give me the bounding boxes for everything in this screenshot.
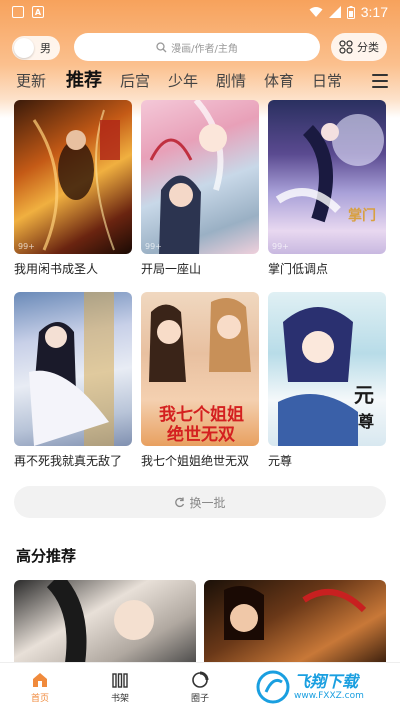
comic-title: 我七个姐姐绝世无双: [141, 454, 250, 468]
comic-cover: [14, 292, 132, 446]
tab-drama[interactable]: 剧情: [216, 66, 246, 96]
top-header: 男 漫画/作者/主角 分类: [0, 32, 400, 62]
nav-home[interactable]: 首页: [0, 663, 80, 712]
tab-harem[interactable]: 后宫: [120, 66, 150, 96]
comic-title: 元尊: [268, 454, 293, 468]
tab-sports[interactable]: 体育: [264, 66, 294, 96]
comic-card[interactable]: 掌门 99+ 掌门低调点: [268, 100, 386, 277]
status-bar: A 3:17: [0, 0, 400, 24]
app-notification-icon: A: [32, 6, 44, 18]
refresh-icon: [175, 497, 185, 507]
bookshelf-icon: [112, 673, 128, 688]
comic-title: 再不死我就真无敌了: [14, 454, 123, 468]
gallery-icon: [12, 6, 24, 18]
tab-youth[interactable]: 少年: [168, 66, 198, 96]
search-placeholder: 漫画/作者/主角: [171, 43, 238, 55]
comic-card[interactable]: 我七个姐姐 绝世无双 我七个姐姐绝世无双: [141, 292, 259, 469]
svg-text:尊: 尊: [358, 412, 374, 431]
svg-text:掌门: 掌门: [348, 207, 376, 224]
toggle-knob: [14, 38, 34, 58]
gender-label: 男: [40, 42, 51, 55]
category-icon: [339, 40, 353, 54]
comic-card[interactable]: 99+ 开局一座山: [141, 100, 259, 277]
wifi-icon: [309, 7, 323, 17]
comic-title: 我用闲书成圣人: [14, 262, 99, 276]
comic-title: 掌门低调点: [268, 262, 329, 276]
svg-text:元: 元: [354, 383, 374, 407]
category-button[interactable]: 分类: [331, 33, 387, 61]
comic-card[interactable]: 99+ 我用闲书成圣人: [14, 100, 132, 277]
recommend-cover[interactable]: [14, 580, 196, 670]
comic-cover: 元 尊: [268, 292, 386, 446]
comic-cover: 掌门 99+: [268, 100, 386, 254]
battery-icon: [346, 5, 355, 19]
recommend-cover[interactable]: [204, 580, 386, 670]
comic-cover: 我七个姐姐 绝世无双: [141, 292, 259, 446]
comic-card[interactable]: 元 尊 元尊: [268, 292, 386, 469]
tabs-menu-icon[interactable]: [372, 74, 388, 88]
comic-cover: 99+: [14, 100, 132, 254]
nav-bookshelf[interactable]: 书架: [80, 663, 160, 712]
nav-circle[interactable]: 圈子: [160, 663, 240, 712]
comic-cover: 99+: [141, 100, 259, 254]
comic-card[interactable]: 再不死我就真无敌了: [14, 292, 132, 469]
tab-update[interactable]: 更新: [16, 66, 46, 96]
category-label: 分类: [357, 41, 379, 54]
watermark: 飞翔下载 www.FXXZ.com: [256, 664, 396, 710]
refresh-label: 换一批: [189, 495, 226, 510]
home-icon: [33, 673, 47, 687]
clock: 3:17: [360, 4, 388, 20]
category-tabs: 更新 推荐 后宫 少年 剧情 体育 日常: [0, 66, 400, 96]
tab-recommend[interactable]: 推荐: [66, 66, 102, 96]
watermark-logo-icon: [256, 670, 290, 704]
search-icon: [156, 41, 167, 52]
tab-daily[interactable]: 日常: [312, 66, 342, 96]
signal-icon: [328, 6, 341, 18]
refresh-batch-button[interactable]: 换一批: [14, 486, 386, 518]
circle-icon: [192, 671, 209, 688]
svg-text:绝世无双: 绝世无双: [167, 424, 235, 445]
gender-toggle[interactable]: 男: [12, 36, 60, 60]
search-input[interactable]: 漫画/作者/主角: [74, 33, 320, 61]
section-title: 高分推荐: [16, 547, 77, 565]
svg-text:我七个姐姐: 我七个姐姐: [159, 404, 244, 425]
comic-title: 开局一座山: [141, 262, 202, 276]
